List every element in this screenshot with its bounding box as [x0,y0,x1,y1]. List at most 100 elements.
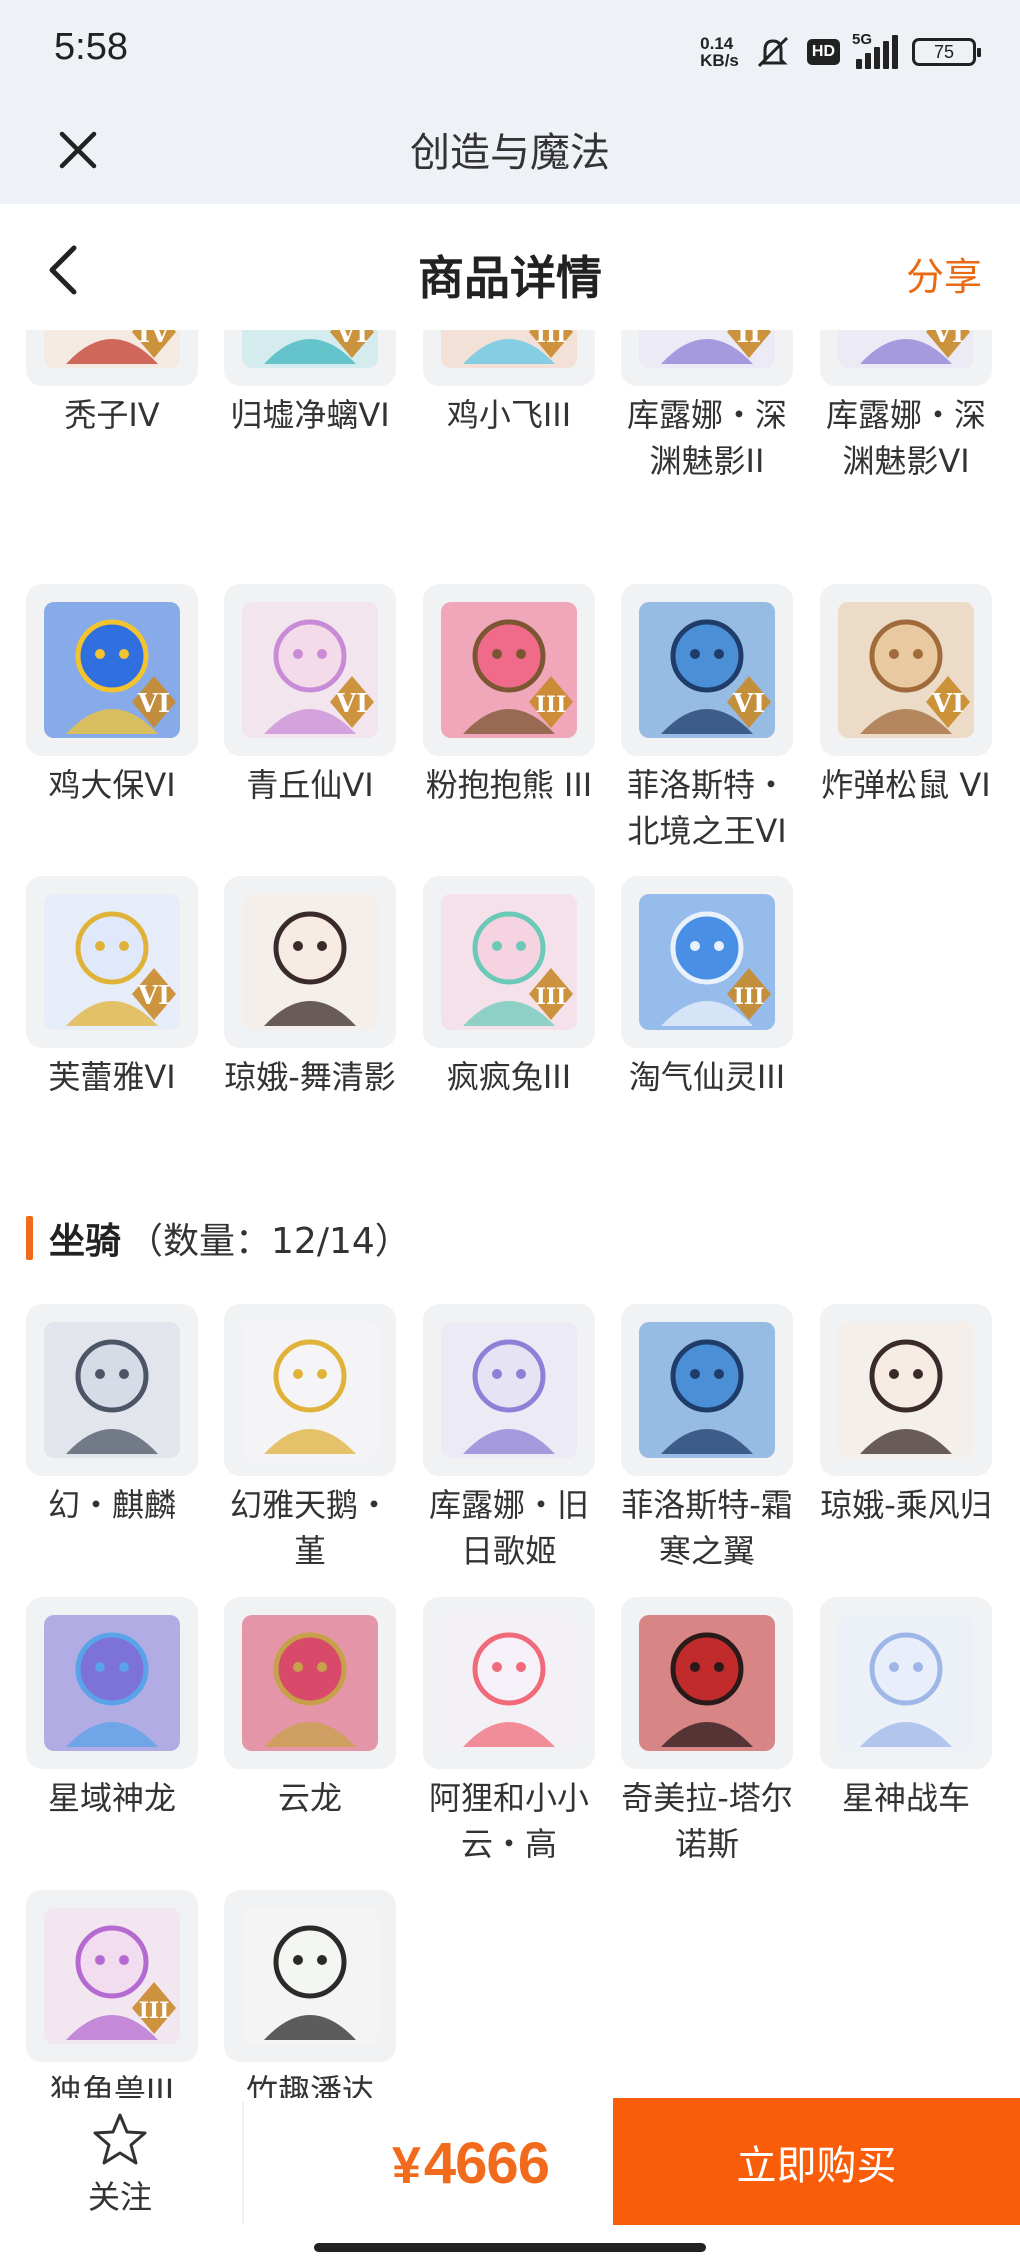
item-label: 库露娜・深渊魅影VI [825,396,986,480]
item-card[interactable]: 菲洛斯特-霜寒之翼 [621,1304,793,1574]
home-indicator[interactable] [314,2243,706,2252]
cloud-dragon-icon [242,1615,378,1751]
buy-now-button[interactable]: 立即购买 [613,2098,1020,2225]
qilin-icon [44,1322,180,1458]
item-label: 鸡大保VI [48,766,176,804]
item-card[interactable]: 奇美拉-塔尔诺斯 [621,1597,793,1867]
divider [242,2102,244,2224]
item-card[interactable]: III 粉抱抱熊 III [423,584,595,808]
item-label: 琼娥-舞清影 [224,1058,396,1096]
mounts-grid: 幻・麒麟 幻雅天鹅・堇 库露娜・旧日歌姬 菲洛斯特-霜寒之翼 琼娥-乘风归星域神龙 云龙 阿… [26,1304,1006,2098]
bottom-action-bar: 关注 ¥4666 立即购买 [0,2098,1020,2225]
item-label: 云龙 [277,1779,342,1817]
item-card[interactable]: 琼娥-舞清影 [224,876,396,1100]
item-label: 琼娥-乘风归 [820,1486,992,1524]
star-chariot-icon [838,1615,974,1751]
follow-label: 关注 [87,2178,152,2216]
battery-level: 75 [933,41,955,62]
item-thumbnail: III [26,1890,198,2062]
pink-rabbit-icon: III [441,894,577,1030]
mounts-section-heading: 坐骑 （数量：12/14） [26,1212,411,1264]
item-thumbnail [423,1304,595,1476]
item-thumbnail [26,1304,198,1476]
item-label: 独角兽III [49,2072,175,2098]
pink-bear-icon: III [441,602,577,738]
item-thumbnail: III [423,876,595,1048]
item-label: 青丘仙VI [246,766,374,804]
swan-icon [242,1322,378,1458]
svg-text:III: III [536,984,567,1010]
item-card[interactable]: 星域神龙 [26,1597,198,1821]
item-card[interactable]: VI 青丘仙VI [224,584,396,808]
moon-fairy-icon [242,894,378,1030]
item-label: 菲洛斯特-霜寒之翼 [621,1486,793,1570]
item-thumbnail [26,1597,198,1769]
item-thumbnail [621,1597,793,1769]
svg-text:VI: VI [335,689,368,719]
net-speed-unit: KB/s [700,51,739,70]
follow-button[interactable]: 关注 [60,2112,180,2222]
item-label: 粉抱抱熊 III [425,766,593,804]
item-label: 幻・麒麟 [47,1486,176,1524]
item-thumbnail [224,1890,396,2062]
item-card[interactable]: 竹趣潘达 [224,1890,396,2098]
white-haired-girl-icon [441,1322,577,1458]
mute-bell-icon [757,36,788,68]
item-thumbnail [224,1304,396,1476]
golden-crown-girl-icon: VI [44,894,180,1030]
star-dragon-icon [44,1615,180,1751]
status-icons: 0.14 KB/s HD 5G 75 [700,30,981,74]
item-card[interactable]: 琼娥-乘风归 [820,1304,992,1528]
item-card[interactable]: VI 炸弹松鼠 VI [820,584,992,808]
battery-icon: 75 [912,38,981,66]
item-label: 阿狸和小小云・高 [428,1779,589,1863]
price: ¥4666 [392,2130,550,2197]
item-card[interactable]: 库露娜・旧日歌姬 [423,1304,595,1574]
price-value: 4666 [423,2131,550,2196]
blue-bird-icon: VI [44,602,180,738]
ice-king-icon: VI [639,602,775,738]
item-thumbnail [621,1304,793,1476]
item-card[interactable]: III 独角兽III [26,1890,198,2098]
panda-icon [242,1908,378,2044]
squirrel-icon: VI [838,602,974,738]
currency-symbol: ¥ [392,2137,421,2195]
item-card[interactable]: VI 芙蕾雅VI [26,876,198,1100]
fox-fairy-icon: VI [242,602,378,738]
page-header: 商品详情 分享 [0,204,1020,330]
item-card[interactable]: 幻雅天鹅・堇 [224,1304,396,1574]
item-thumbnail: VI [26,584,198,756]
app-title: 创造与魔法 [410,130,610,176]
svg-text:VI: VI [137,689,170,719]
item-card[interactable]: III 疯疯兔III [423,876,595,1100]
chimera-icon [639,1615,775,1751]
item-card[interactable]: 云龙 [224,1597,396,1821]
item-label: 竹趣潘达 [245,2072,374,2098]
item-thumbnail [820,1597,992,1769]
signal-icon: 5G [852,31,898,69]
item-thumbnail: VI [224,584,396,756]
item-thumbnail: III [423,584,595,756]
svg-text:III: III [734,984,765,1010]
item-label: 星域神龙 [47,1779,176,1817]
item-label: 炸弹松鼠 VI [821,766,991,804]
item-card[interactable]: VI 鸡大保VI [26,584,198,808]
status-bar: 5:58 0.14 KB/s HD 5G 75 [0,0,1020,100]
item-card[interactable]: 星神战车 [820,1597,992,1821]
item-card[interactable]: VI 菲洛斯特・北境之王VI [621,584,793,854]
item-thumbnail: VI [26,876,198,1048]
unicorn-icon: III [44,1908,180,2044]
item-label: 星神战车 [841,1779,970,1817]
item-card[interactable]: 阿狸和小小云・高 [423,1597,595,1867]
item-label: 库露娜・深渊魅影II [626,396,787,480]
item-thumbnail [423,1597,595,1769]
item-card[interactable]: III 淘气仙灵III [621,876,793,1100]
ahri-cloud-icon [441,1615,577,1751]
svg-text:III: III [536,692,567,718]
status-time: 5:58 [54,26,128,68]
item-label: 疯疯兔III [446,1058,572,1096]
item-thumbnail: VI [621,584,793,756]
page-title: 商品详情 [418,251,602,305]
share-button[interactable]: 分享 [906,246,982,301]
item-card[interactable]: 幻・麒麟 [26,1304,198,1528]
